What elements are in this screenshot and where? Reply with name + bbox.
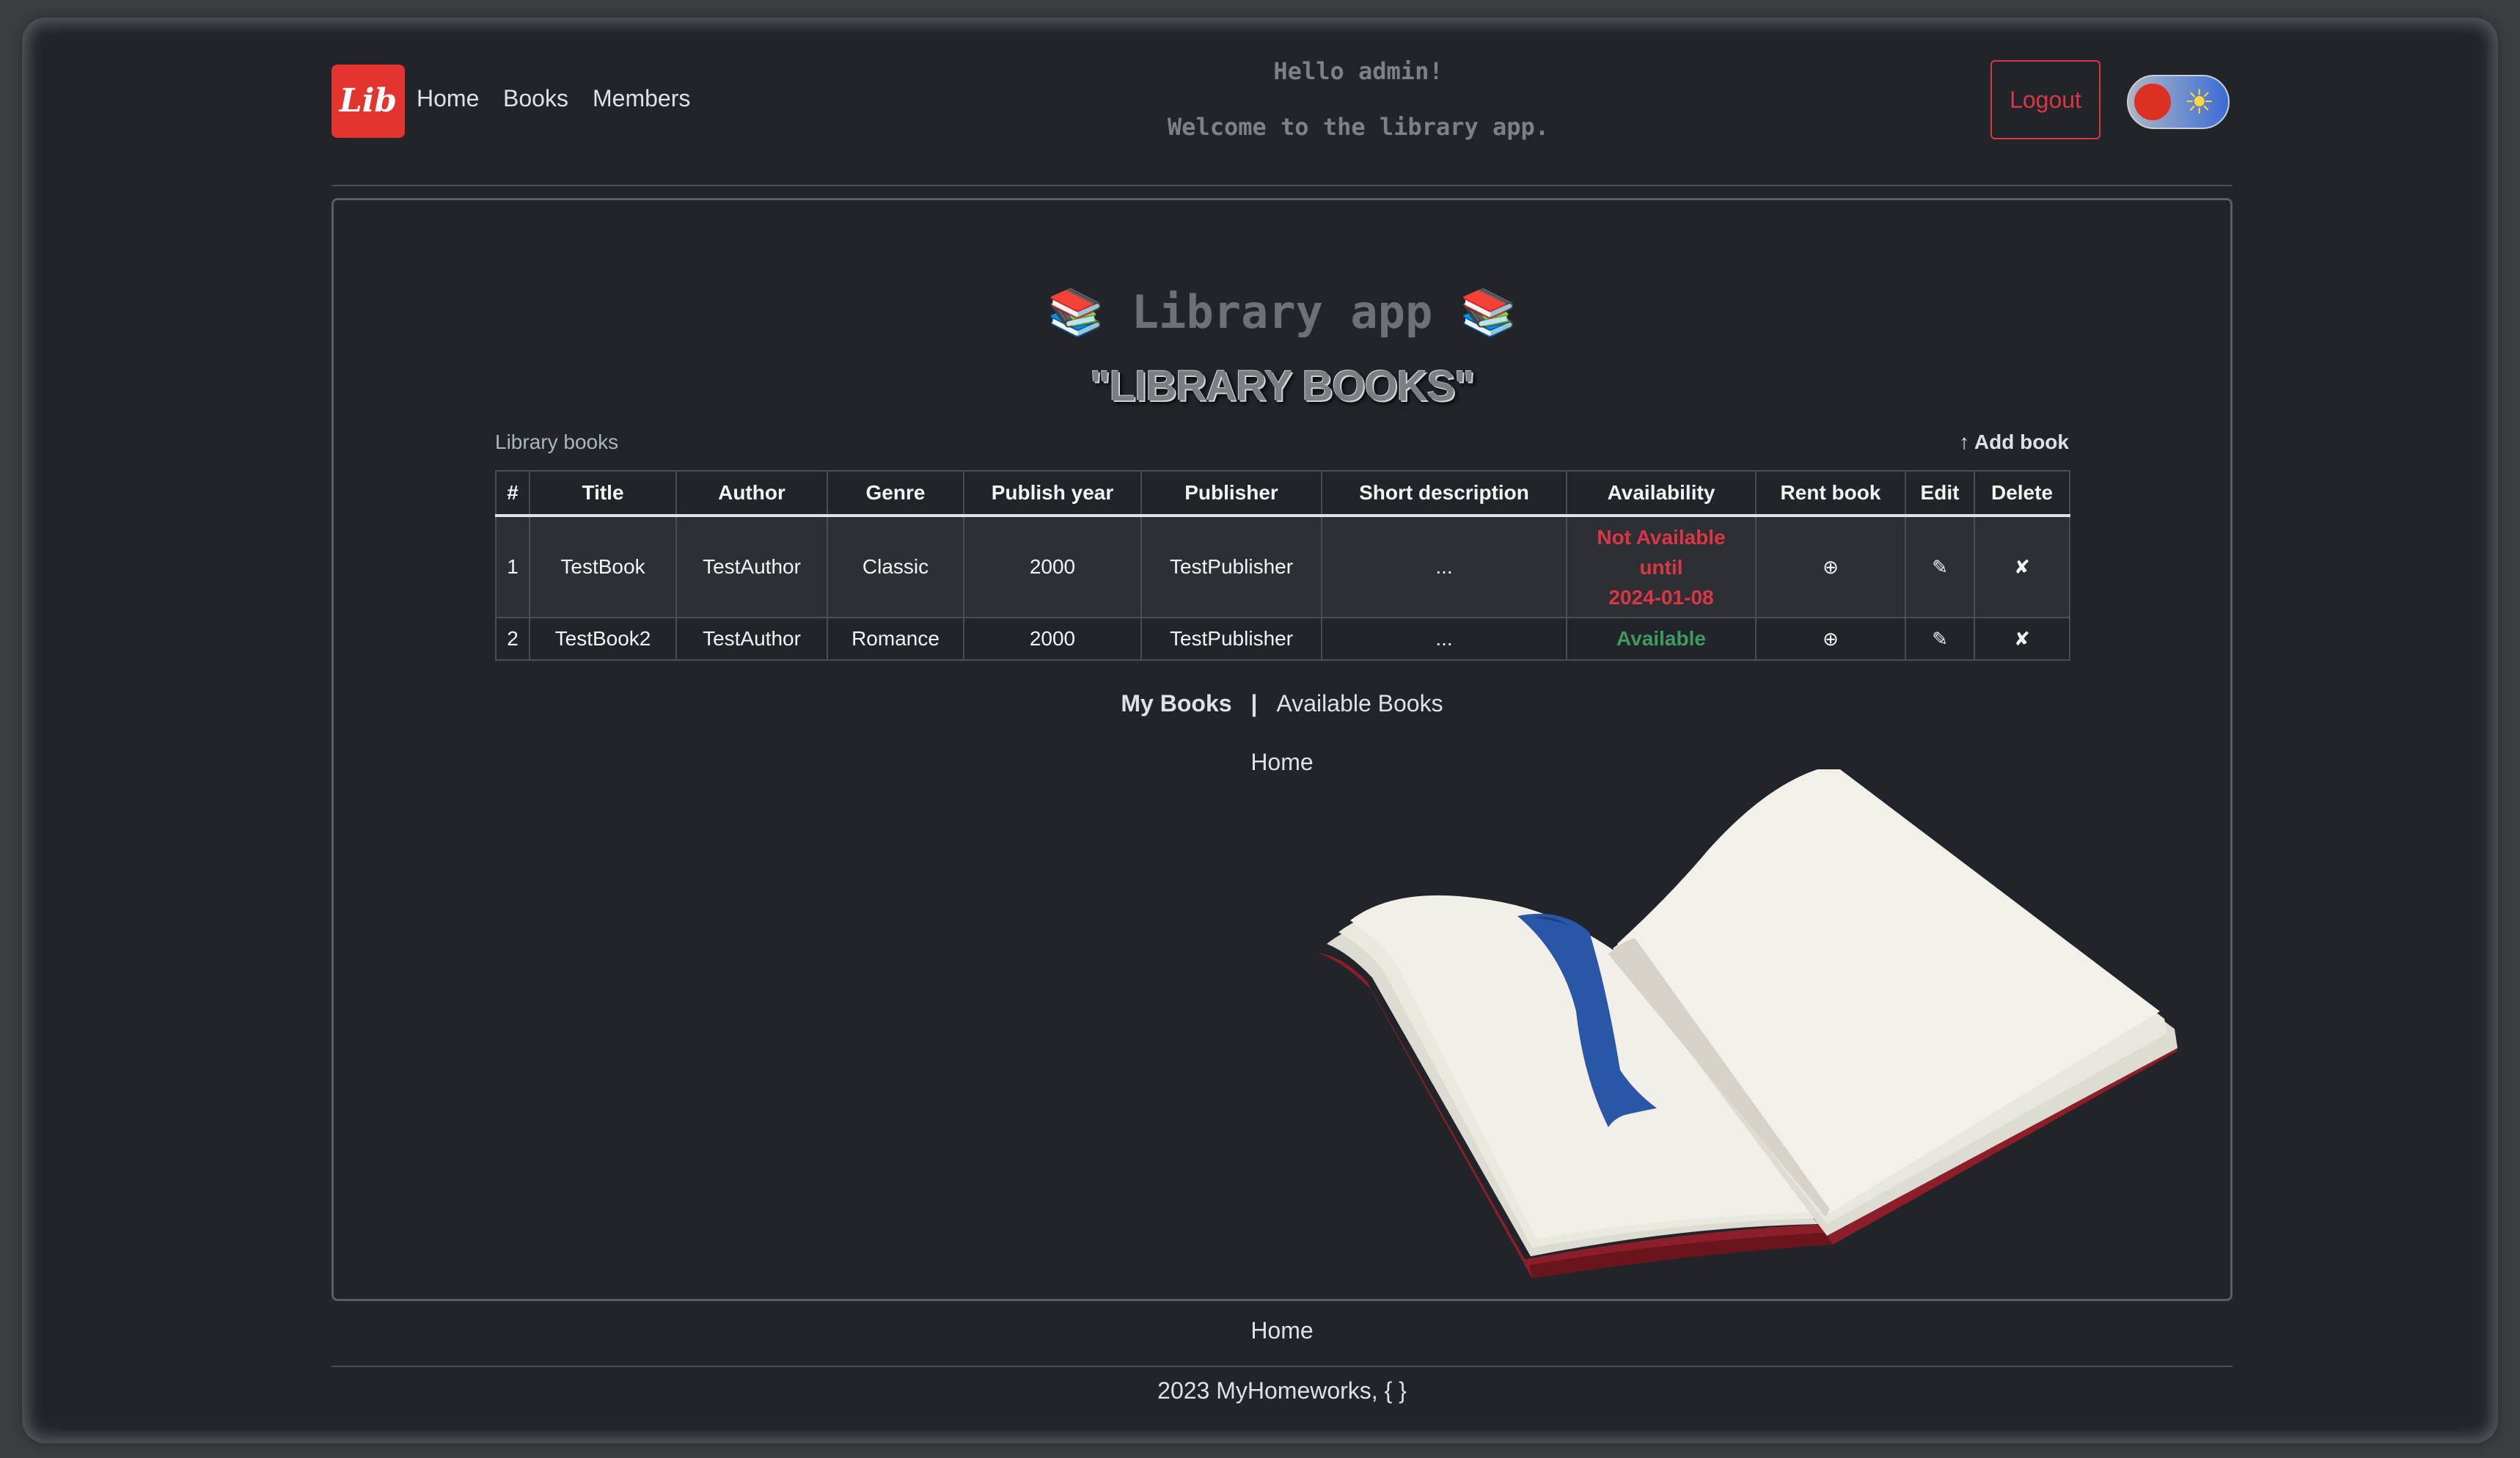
sun-icon: ☀ — [2184, 83, 2215, 121]
col-edit: Edit — [1905, 470, 1975, 517]
status-not-available: Not Available — [1597, 525, 1726, 549]
greeting: Hello admin! — [1273, 57, 1443, 85]
col-publish-year: Publish year — [963, 470, 1142, 517]
theme-toggle[interactable]: ☀ — [2127, 75, 2230, 129]
open-book-illustration — [1316, 769, 2177, 1278]
book-filter-links: My Books | Available Books — [334, 690, 2230, 717]
col-publisher: Publisher — [1140, 470, 1322, 517]
cell-delete: ✘ — [1974, 515, 2070, 618]
cell-rent: ⊕ — [1755, 617, 1906, 661]
col-short-description: Short description — [1321, 470, 1567, 517]
cell-year: 2000 — [963, 515, 1142, 618]
cell-genre: Classic — [827, 515, 964, 618]
edit-icon[interactable]: ✎ — [1932, 628, 1948, 650]
logo[interactable]: Lib — [332, 65, 405, 138]
rent-icon[interactable]: ⊕ — [1823, 628, 1839, 650]
cell-number: 1 — [495, 515, 530, 618]
nav-books[interactable]: Books — [503, 85, 568, 112]
cell-year: 2000 — [963, 617, 1142, 661]
col-author: Author — [675, 470, 828, 517]
table-caption: Library books — [495, 431, 619, 453]
books-table: # Title Author Genre Publish year Publis… — [495, 470, 2070, 661]
nav-home[interactable]: Home — [417, 85, 479, 112]
col-delete: Delete — [1974, 470, 2070, 517]
footer-home-link[interactable]: Home — [332, 1317, 2233, 1344]
cell-availability: Not Available until 2024-01-08 — [1566, 515, 1757, 618]
logout-button[interactable]: Logout — [1990, 60, 2100, 139]
cell-delete: ✘ — [1974, 617, 2070, 661]
edit-icon[interactable]: ✎ — [1932, 556, 1948, 578]
cell-number: 2 — [495, 617, 530, 661]
cell-availability: Available — [1566, 617, 1757, 661]
cell-title: TestBook2 — [529, 617, 677, 661]
table-row: 1 TestBook TestAuthor Classic 2000 TestP… — [495, 515, 2070, 618]
cell-title: TestBook — [529, 515, 677, 618]
cell-description: ... — [1321, 617, 1567, 661]
cell-genre: Romance — [827, 617, 964, 661]
table-header-row: # Title Author Genre Publish year Publis… — [495, 470, 2070, 517]
cell-edit: ✎ — [1905, 515, 1975, 618]
col-genre: Genre — [827, 470, 964, 517]
footer-divider — [332, 1366, 2233, 1367]
col-number: # — [495, 470, 530, 517]
page-heading: "LIBRARY BOOKS" — [1090, 362, 1474, 410]
page: Lib Home Books Members Hello admin! Welc… — [332, 18, 2233, 1443]
welcome-text: Welcome to the library app. — [1167, 113, 1550, 141]
main-card: 📚 Library app 📚 "LIBRARY BOOKS" Library … — [332, 198, 2233, 1301]
col-title: Title — [529, 470, 677, 517]
delete-icon[interactable]: ✘ — [2014, 628, 2030, 650]
cell-edit: ✎ — [1905, 617, 1975, 661]
cell-author: TestAuthor — [675, 617, 828, 661]
toggle-knob — [2134, 84, 2171, 120]
status-date: 2024-01-08 — [1608, 585, 1714, 609]
rent-icon[interactable]: ⊕ — [1823, 556, 1839, 578]
status-until: until — [1639, 555, 1683, 579]
col-availability: Availability — [1566, 470, 1757, 517]
delete-icon[interactable]: ✘ — [2014, 556, 2030, 578]
copyright: 2023 MyHomeworks, { } — [1157, 1377, 1407, 1404]
cell-author: TestAuthor — [675, 515, 828, 618]
browser-window: Lib Home Books Members Hello admin! Welc… — [22, 18, 2498, 1443]
cell-rent: ⊕ — [1755, 515, 1906, 618]
cell-publisher: TestPublisher — [1140, 617, 1322, 661]
my-books-link[interactable]: My Books — [1121, 690, 1231, 717]
link-separator: | — [1250, 690, 1258, 717]
status-available: Available — [1616, 627, 1706, 650]
cell-description: ... — [1321, 515, 1567, 618]
add-book-link[interactable]: ↑ Add book — [1959, 431, 2069, 454]
table-row: 2 TestBook2 TestAuthor Romance 2000 Test… — [495, 617, 2070, 661]
col-rent-book: Rent book — [1755, 470, 1906, 517]
cell-publisher: TestPublisher — [1140, 515, 1322, 618]
nav-members[interactable]: Members — [593, 85, 690, 112]
header: Lib Home Books Members Hello admin! Welc… — [332, 18, 2233, 186]
available-books-link[interactable]: Available Books — [1276, 690, 1443, 717]
app-title: 📚 Library app 📚 — [1047, 285, 1517, 339]
